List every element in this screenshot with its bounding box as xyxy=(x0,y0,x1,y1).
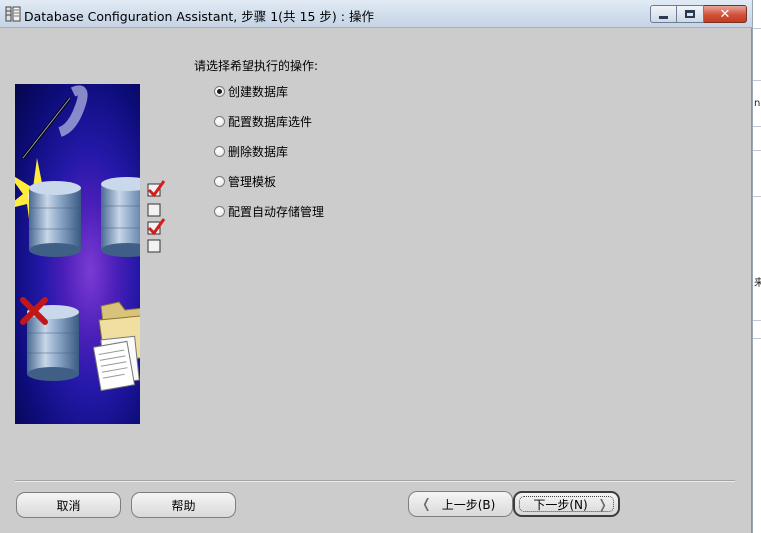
radio-button[interactable] xyxy=(214,85,225,97)
background-window-text: n xyxy=(754,98,761,109)
chevron-left-icon: ❬ xyxy=(421,497,432,512)
title-bar[interactable]: Database Configuration Assistant, 步骤 1(共… xyxy=(0,0,752,28)
minimize-button[interactable] xyxy=(650,5,677,23)
background-window: n 来 xyxy=(752,0,761,533)
radio-button[interactable] xyxy=(214,205,225,217)
help-button[interactable]: 帮助 xyxy=(131,492,236,518)
back-button-label: 上一步(B) xyxy=(441,497,496,512)
radio-label: 配置自动存储管理 xyxy=(228,204,325,219)
radio-label: 配置数据库选件 xyxy=(228,114,313,129)
database-operations-art xyxy=(15,85,140,392)
maximize-icon xyxy=(685,10,695,18)
close-button[interactable]: ✕ xyxy=(704,5,747,23)
radio-manage-templates[interactable]: 管理模板 xyxy=(214,173,276,189)
radio-delete-database[interactable]: 删除数据库 xyxy=(214,143,288,159)
back-button[interactable]: ❬ 上一步(B) xyxy=(408,491,513,517)
cancel-button[interactable]: 取消 xyxy=(16,492,121,518)
radio-button[interactable] xyxy=(214,175,225,187)
window-title: Database Configuration Assistant, 步骤 1(共… xyxy=(24,9,374,24)
radio-create-database[interactable]: 创建数据库 xyxy=(214,83,288,99)
radio-label: 管理模板 xyxy=(228,174,277,189)
chevron-right-icon: ❭ xyxy=(597,498,608,513)
radio-label: 创建数据库 xyxy=(228,84,289,99)
background-window-text: 来 xyxy=(754,278,761,289)
minimize-icon xyxy=(659,15,668,19)
cancel-button-label: 取消 xyxy=(56,498,81,513)
radio-configure-options[interactable]: 配置数据库选件 xyxy=(214,113,312,129)
checklist-icon xyxy=(147,180,166,253)
close-icon: ✕ xyxy=(719,6,731,22)
database-app-icon xyxy=(5,6,21,22)
help-button-label: 帮助 xyxy=(171,498,196,513)
next-button-label: 下一步(N) xyxy=(533,497,588,512)
footer-separator xyxy=(15,480,735,482)
operation-prompt: 请选择希望执行的操作: xyxy=(194,59,319,73)
wizard-illustration xyxy=(15,84,140,424)
next-button[interactable]: 下一步(N) ❭ xyxy=(513,491,620,517)
maximize-button[interactable] xyxy=(677,5,704,23)
radio-button[interactable] xyxy=(214,145,225,157)
radio-label: 删除数据库 xyxy=(228,144,289,159)
dbca-dialog: Database Configuration Assistant, 步骤 1(共… xyxy=(0,0,752,533)
radio-button[interactable] xyxy=(214,115,225,127)
radio-configure-asm[interactable]: 配置自动存储管理 xyxy=(214,203,324,219)
